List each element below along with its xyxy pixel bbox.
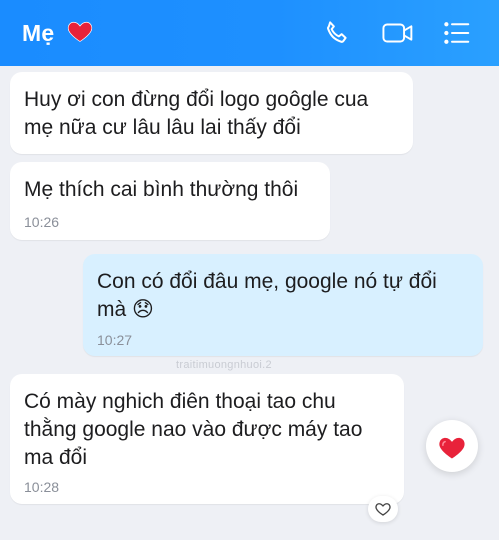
message-text: Con có đổi đâu mẹ, google nó tự đổi mà 😞 xyxy=(97,270,437,321)
message-time: 10:28 xyxy=(24,479,60,495)
message-time: 10:27 xyxy=(97,332,133,348)
message-bubble[interactable]: Có mày nghich điên thoại tao chu thằng g… xyxy=(10,374,404,504)
phone-icon[interactable] xyxy=(322,18,352,48)
menu-icon[interactable] xyxy=(442,18,472,48)
message-time: 10:26 xyxy=(24,214,60,230)
contact-name[interactable]: Mẹ xyxy=(22,20,54,47)
message-text: Huy ơi con đừng đổi logo goôgle cua mẹ n… xyxy=(24,88,369,139)
message-text: Mẹ thích cai bình thường thôi xyxy=(24,178,299,201)
video-call-icon[interactable] xyxy=(381,18,415,48)
message-text: Có mày nghich điên thoại tao chu thằng g… xyxy=(24,390,363,469)
heart-icon xyxy=(67,21,93,42)
message-bubble[interactable]: Mẹ thích cai bình thường thôi 10:26 xyxy=(10,162,330,240)
chat-header: Mẹ xyxy=(0,0,499,66)
message-bubble[interactable]: Con có đổi đâu mẹ, google nó tự đổi mà 😞… xyxy=(83,254,483,356)
reaction-badge[interactable] xyxy=(426,420,478,472)
watermark: traitimuongnhuoi.2 xyxy=(176,359,272,371)
message-bubble[interactable]: Huy ơi con đừng đổi logo goôgle cua mẹ n… xyxy=(10,72,413,154)
react-button[interactable] xyxy=(368,496,398,522)
heart-outline-icon xyxy=(375,503,391,516)
heart-icon xyxy=(439,437,465,459)
